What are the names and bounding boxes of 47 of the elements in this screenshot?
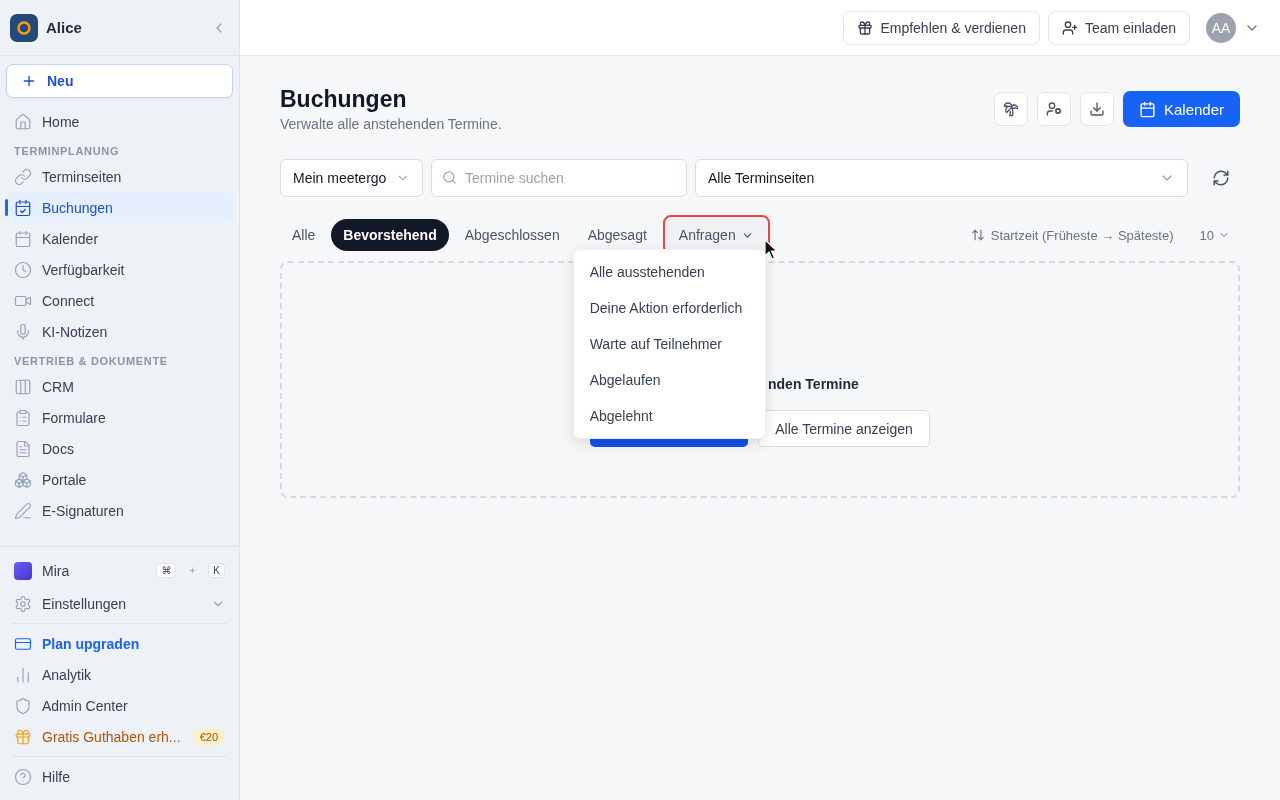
sidebar-item[interactable]: Verfügbarkeit — [6, 254, 233, 285]
sidebar-item[interactable]: Formulare — [6, 402, 233, 433]
referral-button[interactable]: Empfehlen & verdienen — [843, 10, 1040, 45]
shortcut-joiner: + — [189, 565, 196, 576]
filter-tab[interactable]: Abgesagt — [575, 219, 659, 251]
menu-item[interactable]: Abgelaufen — [573, 362, 765, 398]
scope-select[interactable]: Mein meetergo — [280, 159, 423, 197]
sidebar-item[interactable]: Buchungen — [6, 192, 233, 223]
sort-control[interactable]: Startzeit (Früheste → Späteste) — [970, 227, 1174, 243]
search-field[interactable]: Termine suchen — [431, 159, 687, 197]
filter-tab[interactable]: Alle — [280, 219, 328, 251]
page-title: Buchungen — [280, 86, 408, 113]
sidebar-item[interactable]: Docs — [6, 433, 233, 464]
sidebar-item[interactable]: E-Signaturen — [6, 495, 233, 526]
settings-item[interactable]: Einstellungen — [6, 588, 233, 619]
page-select[interactable]: Alle Terminseiten — [695, 159, 1188, 197]
page-subtitle: Verwalte alle anstehenden Termine. — [280, 116, 502, 132]
filter-tab[interactable]: Abgeschlossen — [452, 219, 572, 251]
section-heading: TERMINPLANUNG — [13, 144, 121, 159]
sidebar-item[interactable]: Plan upgraden — [6, 628, 233, 659]
new-button[interactable]: Neu — [6, 64, 233, 98]
menu-item[interactable]: Deine Aktion erforderlich — [573, 290, 765, 326]
help-item[interactable]: Hilfe — [6, 761, 233, 792]
sidebar-item[interactable]: CRM — [6, 371, 233, 402]
sidebar-item[interactable]: Terminseiten — [6, 161, 233, 192]
shortcut-key: ⌘ — [156, 563, 177, 578]
sidebar-item[interactable]: Analytik — [6, 659, 233, 690]
sidebar-item[interactable]: Gratis Guthaben erh... €20 — [6, 721, 233, 752]
calendar-button[interactable]: Kalender — [1122, 91, 1240, 127]
empty-message: nden Termine — [768, 376, 859, 392]
shortcut-key: K — [208, 563, 225, 578]
sidebar-item[interactable]: Kalender — [6, 223, 233, 254]
show-all-button[interactable]: Alle Termine anzeigen — [758, 410, 930, 447]
filter-tab[interactable]: Bevorstehend — [331, 219, 449, 251]
sidebar-item[interactable]: KI-Notizen — [6, 316, 233, 347]
sidebar-item[interactable]: Admin Center — [6, 690, 233, 721]
sidebar-item[interactable]: Portale — [6, 464, 233, 495]
page-size-select[interactable]: 10 — [1193, 227, 1240, 243]
invite-button[interactable]: Team einladen — [1047, 10, 1190, 45]
section-heading: VERTRIEB & DOKUMENTE — [13, 354, 169, 369]
menu-item[interactable]: Warte auf Teilnehmer — [573, 326, 765, 362]
sidebar-item[interactable]: Home — [6, 106, 233, 137]
assistant-item[interactable]: Mira ⌘ + K — [6, 555, 233, 586]
workspace-name: Alice — [46, 19, 83, 36]
sidebar-item[interactable]: Connect — [6, 285, 233, 316]
menu-item[interactable]: Alle ausstehenden — [573, 254, 765, 290]
credit-badge: €20 — [192, 728, 225, 745]
